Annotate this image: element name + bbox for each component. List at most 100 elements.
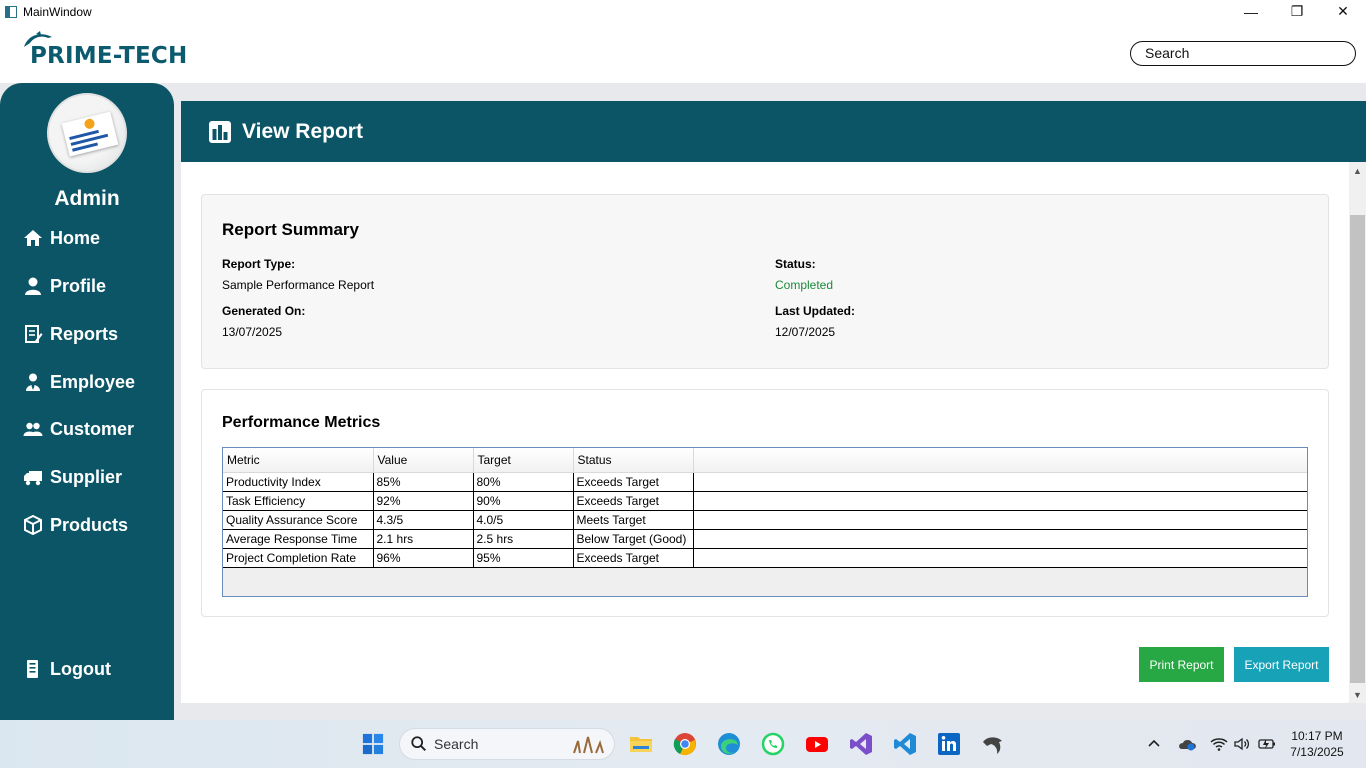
logout-button[interactable]: Logout	[22, 655, 111, 683]
clock-date: 7/13/2025	[1290, 745, 1344, 759]
clock-time: 10:17 PM	[1291, 729, 1343, 743]
windows-start-icon[interactable]	[361, 732, 385, 756]
sidebar-item-label: Products	[50, 514, 129, 535]
page-title: View Report	[242, 119, 363, 143]
user-icon	[22, 276, 44, 296]
metrics-table[interactable]: Metric Value Target Status Productivity …	[222, 447, 1308, 597]
cell-value[interactable]: 2.1 hrs	[372, 529, 474, 549]
search-icon	[404, 735, 434, 753]
column-header-metric[interactable]: Metric	[223, 448, 374, 473]
visual-studio-icon[interactable]	[849, 732, 873, 756]
sidebar-item-reports[interactable]: Reports	[22, 320, 118, 348]
cell-value[interactable]: 85%	[372, 472, 474, 492]
cell-status[interactable]: Exceeds Target	[572, 548, 694, 568]
avatar	[47, 93, 127, 173]
column-header-status[interactable]: Status	[573, 448, 694, 473]
scroll-down-icon[interactable]: ▼	[1349, 686, 1366, 703]
cell-value[interactable]: 92%	[372, 491, 474, 511]
cell-metric[interactable]: Quality Assurance Score	[223, 510, 374, 530]
wifi-icon[interactable]	[1210, 720, 1228, 768]
sidebar-item-profile[interactable]: Profile	[22, 272, 106, 300]
table-row[interactable]: Quality Assurance Score 4.3/5 4.0/5 Meet…	[223, 510, 1307, 530]
cell-filler	[692, 472, 1307, 492]
cell-status[interactable]: Below Target (Good)	[572, 529, 694, 549]
report-type-value: Sample Performance Report	[222, 278, 375, 292]
report-icon	[22, 324, 44, 344]
status-value: Completed	[775, 278, 834, 292]
cell-metric[interactable]: Productivity Index	[223, 472, 374, 492]
status-label: Status:	[775, 257, 816, 271]
maximize-icon[interactable]: ❐	[1274, 0, 1320, 23]
cell-target[interactable]: 2.5 hrs	[472, 529, 574, 549]
cell-status[interactable]: Exceeds Target	[572, 491, 694, 511]
window-titlebar: MainWindow — ❐ ✕	[0, 0, 1366, 23]
column-header-value[interactable]: Value	[373, 448, 474, 473]
taskbar-clock[interactable]: 10:17 PM 7/13/2025	[1282, 728, 1352, 760]
dolphin-app-icon[interactable]	[981, 732, 1005, 756]
column-header-filler	[693, 448, 1307, 473]
print-report-button[interactable]: Print Report	[1139, 647, 1224, 682]
edge-icon[interactable]	[717, 732, 741, 756]
performance-metrics-card: Performance Metrics Metric Value Target …	[201, 389, 1329, 617]
battery-icon[interactable]	[1257, 720, 1277, 768]
taskbar: Search 10:17 PM 7/13/2025	[0, 720, 1366, 768]
scrollbar-thumb[interactable]	[1350, 215, 1365, 683]
volume-icon[interactable]	[1233, 720, 1251, 768]
cell-status[interactable]: Meets Target	[572, 510, 694, 530]
linkedin-icon[interactable]	[937, 732, 961, 756]
sidebar-item-label: Supplier	[50, 466, 123, 487]
user-name: Admin	[54, 187, 120, 210]
table-row[interactable]: Average Response Time 2.1 hrs 2.5 hrs Be…	[223, 529, 1307, 549]
vertical-scrollbar[interactable]: ▲ ▼	[1349, 162, 1366, 703]
cell-metric[interactable]: Average Response Time	[223, 529, 374, 549]
cell-value[interactable]: 96%	[372, 548, 474, 568]
main-content: View Report Report Summary Report Type: …	[181, 101, 1366, 703]
chrome-icon[interactable]	[673, 732, 697, 756]
search-input[interactable]: Search	[1130, 41, 1356, 66]
sidebar-item-employee[interactable]: Employee	[22, 368, 135, 396]
close-icon[interactable]: ✕	[1320, 0, 1366, 23]
cell-target[interactable]: 95%	[472, 548, 574, 568]
sidebar: Admin Home Profile Reports Employee Cust…	[0, 83, 174, 720]
cell-status[interactable]: Exceeds Target	[572, 472, 694, 492]
taskbar-search[interactable]: Search	[399, 728, 615, 760]
table-row[interactable]: Task Efficiency 92% 90% Exceeds Target	[223, 491, 1307, 511]
sidebar-item-supplier[interactable]: Supplier	[22, 463, 122, 491]
export-report-button[interactable]: Export Report	[1234, 647, 1329, 682]
truck-icon	[22, 467, 44, 487]
metrics-heading: Performance Metrics	[222, 414, 381, 431]
cell-metric[interactable]: Task Efficiency	[223, 491, 374, 511]
sidebar-item-products[interactable]: Products	[22, 511, 128, 539]
scroll-up-icon[interactable]: ▲	[1349, 162, 1366, 179]
youtube-icon[interactable]	[805, 732, 829, 756]
column-header-target[interactable]: Target	[473, 448, 574, 473]
cell-filler	[692, 491, 1307, 511]
cell-target[interactable]: 80%	[472, 472, 574, 492]
search-highlight-icon	[570, 733, 606, 755]
file-explorer-icon[interactable]	[629, 732, 653, 756]
report-summary-card: Report Summary Report Type: Sample Perfo…	[201, 194, 1329, 369]
generated-label: Generated On:	[222, 304, 306, 318]
chart-icon	[209, 120, 231, 143]
show-hidden-icons[interactable]	[1146, 720, 1162, 768]
table-row[interactable]: Project Completion Rate 96% 95% Exceeds …	[223, 548, 1307, 568]
cell-metric[interactable]: Project Completion Rate	[223, 548, 374, 568]
sidebar-item-home[interactable]: Home	[22, 224, 100, 252]
updated-value: 12/07/2025	[775, 325, 836, 339]
minimize-icon[interactable]: —	[1228, 0, 1274, 23]
customers-icon	[22, 419, 44, 439]
vscode-icon[interactable]	[893, 732, 917, 756]
cell-target[interactable]: 90%	[472, 491, 574, 511]
table-row[interactable]: Productivity Index 85% 80% Exceeds Targe…	[223, 472, 1307, 492]
sidebar-item-customer[interactable]: Customer	[22, 415, 134, 443]
cell-target[interactable]: 4.0/5	[472, 510, 574, 530]
sidebar-item-label: Employee	[50, 371, 136, 392]
summary-heading: Report Summary	[222, 220, 359, 239]
window-title: MainWindow	[23, 4, 92, 19]
page-header: View Report	[181, 101, 1366, 162]
cell-value[interactable]: 4.3/5	[372, 510, 474, 530]
sidebar-item-label: Customer	[50, 418, 135, 439]
onedrive-icon[interactable]	[1178, 720, 1198, 768]
whatsapp-icon[interactable]	[761, 732, 785, 756]
window-controls: — ❐ ✕	[1228, 0, 1366, 23]
